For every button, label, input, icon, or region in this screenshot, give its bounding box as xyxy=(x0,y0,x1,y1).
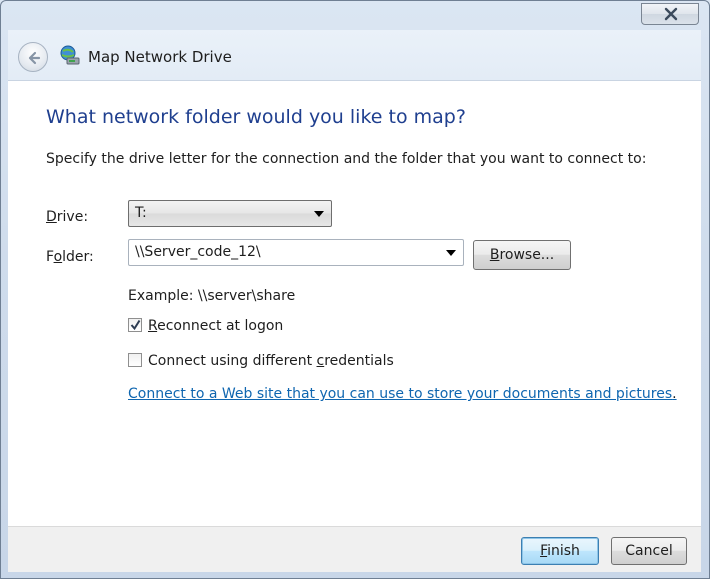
network-drive-icon xyxy=(60,45,80,65)
close-button[interactable] xyxy=(641,3,699,25)
cancel-button[interactable]: Cancel xyxy=(611,537,687,565)
close-icon xyxy=(664,7,678,21)
different-credentials-checkbox[interactable] xyxy=(128,353,142,367)
browse-button[interactable]: Browse... xyxy=(473,240,571,270)
dialog-header: Map Network Drive xyxy=(8,30,701,80)
drive-dropdown[interactable]: T: xyxy=(128,200,332,227)
chevron-down-icon xyxy=(446,250,456,256)
reconnect-checkbox[interactable] xyxy=(128,318,142,332)
window-title: Map Network Drive xyxy=(88,48,232,66)
dialog-content: What network folder would you like to ma… xyxy=(8,80,701,526)
chevron-down-icon xyxy=(314,211,324,217)
drive-value: T: xyxy=(135,205,147,221)
finish-button[interactable]: Finish xyxy=(521,537,599,565)
folder-example-text: Example: \\server\share xyxy=(128,288,296,304)
back-arrow-icon xyxy=(28,51,41,65)
web-site-link[interactable]: Connect to a Web site that you can use t… xyxy=(128,386,677,402)
folder-label: Folder: xyxy=(46,249,94,265)
folder-value: \\Server_code_12\ xyxy=(135,244,261,260)
page-heading: What network folder would you like to ma… xyxy=(46,106,466,128)
back-button[interactable] xyxy=(18,42,48,72)
checkmark-icon xyxy=(130,319,141,331)
folder-combobox[interactable]: \\Server_code_12\ xyxy=(128,239,464,266)
instructions-text: Specify the drive letter for the connect… xyxy=(46,151,647,167)
reconnect-label[interactable]: Reconnect at logon xyxy=(148,318,283,334)
link-period: . xyxy=(672,386,677,402)
drive-label: Drive: xyxy=(46,209,89,225)
different-credentials-label[interactable]: Connect using different credentials xyxy=(148,353,394,369)
dialog-footer: Finish Cancel xyxy=(8,526,701,572)
